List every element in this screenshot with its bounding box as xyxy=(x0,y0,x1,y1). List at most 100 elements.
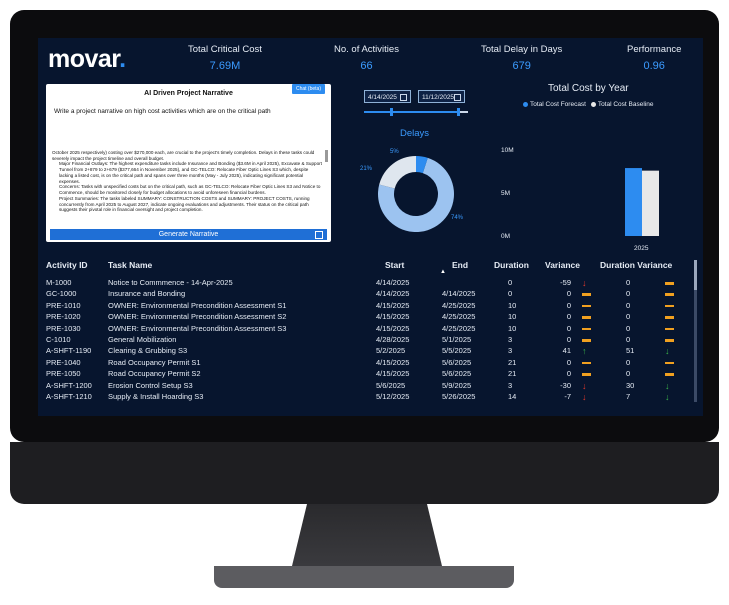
table-row[interactable]: PRE-1010 OWNER: Environmental Preconditio… xyxy=(38,301,700,312)
cell-duration-variance: 0 xyxy=(626,312,631,322)
cell-start: 4/15/2025 xyxy=(376,323,410,333)
kpi-label: Performance xyxy=(627,44,682,55)
end-date-value: 11/12/2025 xyxy=(422,94,455,101)
calendar-icon[interactable] xyxy=(454,94,461,101)
col-activity-id[interactable]: Activity ID xyxy=(46,260,88,270)
cell-start: 5/12/2025 xyxy=(376,392,410,401)
cell-start: 5/6/2025 xyxy=(376,380,406,390)
cell-variance: 0 xyxy=(566,357,571,367)
table-row[interactable]: PRE-1040 Road Occupancy Permit S1 4/15/202… xyxy=(38,358,700,369)
cell-task-name: OWNER: Environmental Precondition Assess… xyxy=(108,300,287,310)
col-start[interactable]: Start xyxy=(385,260,404,270)
table-row[interactable]: GC-1000 Insurance and Bonding 4/14/2025 4/1… xyxy=(38,289,700,300)
cell-activity-id: A-SHFT-1190 xyxy=(46,346,92,356)
cost-chart-title: Total Cost by Year xyxy=(548,83,629,94)
cell-end: 5/26/2025 xyxy=(442,392,476,401)
cell-duration: 21 xyxy=(508,357,517,367)
cell-start: 4/15/2025 xyxy=(376,369,410,379)
narrative-scrollbar[interactable] xyxy=(325,150,328,162)
table-row[interactable]: A-SHFT-1200 Erosion Control Setup S3 5/6/2… xyxy=(38,381,700,392)
cell-end: 5/6/2025 xyxy=(442,369,472,379)
table-row[interactable]: A-SHFT-1210 Supply & Install Hoarding S3 5… xyxy=(38,392,700,403)
table-scrollbar-thumb[interactable] xyxy=(694,260,697,290)
copy-icon[interactable] xyxy=(315,231,323,239)
cell-duration-variance: 7 xyxy=(626,392,631,401)
generate-narrative-button[interactable]: Generate Narrative xyxy=(50,229,327,240)
start-date-input[interactable]: 4/14/2025 xyxy=(364,90,411,103)
slider-handle-start[interactable] xyxy=(390,108,393,116)
down-arrow-icon: ↓ xyxy=(582,392,587,402)
date-range-slider[interactable] xyxy=(364,108,468,116)
col-task-name[interactable]: Task Name xyxy=(108,260,152,270)
cell-start: 4/14/2025 xyxy=(376,289,410,299)
cell-duration-variance: 0 xyxy=(626,289,631,299)
slider-fill xyxy=(364,111,460,113)
col-variance[interactable]: Variance xyxy=(545,260,580,270)
donut-slice[interactable] xyxy=(379,156,416,189)
end-date-input[interactable]: 11/12/2025 xyxy=(418,90,465,103)
kpi-no-of-activities: No. of Activities 66 xyxy=(334,44,399,72)
table-row[interactable]: PRE-1050 Road Occupancy Permit S2 4/15/202… xyxy=(38,369,700,380)
narrative-prompt-input[interactable]: Write a project narrative on high cost a… xyxy=(54,108,271,115)
generate-button-label: Generate Narrative xyxy=(158,231,219,238)
narrative-text: October 2025 respectively) costing over … xyxy=(52,150,322,226)
cell-duration-variance: 0 xyxy=(626,357,631,367)
cell-duration: 21 xyxy=(508,369,517,379)
total-cost-by-year-chart: 10M 5M 0M 2025 xyxy=(501,147,659,252)
down-arrow-icon: ↓ xyxy=(665,380,670,391)
cell-activity-id: M-1000 xyxy=(46,278,72,287)
col-end[interactable]: End xyxy=(452,260,468,270)
table-row[interactable]: PRE-1030 OWNER: Environmental Preconditio… xyxy=(38,324,700,335)
legend-baseline-swatch xyxy=(590,101,596,107)
table-header: Activity ID Task Name Start ▲ End Durati… xyxy=(38,260,700,275)
table-row[interactable]: M-1000 Notice to Commmence - 14-Apr-2025 4… xyxy=(38,278,700,289)
cell-task-name: OWNER: Environmental Precondition Assess… xyxy=(108,323,287,333)
cell-task-name: OWNER: Environmental Precondition Assess… xyxy=(108,312,287,322)
cell-activity-id: A-SHFT-1210 xyxy=(46,392,92,401)
cell-start: 4/15/2025 xyxy=(376,312,410,322)
legend-forecast-swatch xyxy=(523,101,528,107)
flat-dash-icon xyxy=(665,327,674,331)
cell-start: 5/2/2025 xyxy=(376,346,406,356)
cell-variance: 0 xyxy=(566,312,571,322)
cell-duration-variance: 0 xyxy=(626,369,631,379)
col-duration-variance[interactable]: Duration Variance xyxy=(600,260,672,270)
cell-task-name: Clearing & Grubbing S3 xyxy=(108,346,188,356)
cell-duration-variance: 51 xyxy=(626,346,635,356)
table-row[interactable]: C-1010 General Mobilization 4/28/2025 5/1/2… xyxy=(38,335,700,346)
kpi-total-delay: Total Delay in Days 679 xyxy=(481,44,562,72)
cell-duration: 3 xyxy=(508,335,513,344)
table-row[interactable]: PRE-1020 OWNER: Environmental Preconditio… xyxy=(38,312,700,323)
cell-variance: 41 xyxy=(562,346,571,356)
table-scrollbar[interactable] xyxy=(694,260,697,402)
flat-dash-icon xyxy=(582,339,591,342)
flat-dash-icon xyxy=(582,327,591,331)
cell-task-name: Insurance and Bonding xyxy=(108,289,186,299)
cell-end: 5/5/2025 xyxy=(442,346,472,356)
cell-duration: 0 xyxy=(508,278,513,287)
bar-forecast-2025[interactable] xyxy=(625,168,642,236)
col-duration[interactable]: Duration xyxy=(494,260,529,270)
ai-narrative-panel: Chat (beta) AI Driven Project Narrative … xyxy=(46,84,331,242)
cell-activity-id: PRE-1040 xyxy=(46,357,81,367)
calendar-icon[interactable] xyxy=(400,94,407,101)
x-tick-2025: 2025 xyxy=(634,245,649,252)
cell-start: 4/14/2025 xyxy=(376,278,410,287)
slider-handle-end[interactable] xyxy=(456,108,460,116)
table-row[interactable]: A-SHFT-1190 Clearing & Grubbing S3 5/2/202… xyxy=(38,346,700,357)
cell-variance: 0 xyxy=(566,289,571,299)
cost-chart-legend: Total Cost Forecast Total Cost Baseline xyxy=(523,101,653,108)
cell-activity-id: PRE-1030 xyxy=(46,323,81,333)
down-arrow-icon: ↓ xyxy=(665,346,670,357)
cell-variance: 0 xyxy=(566,300,571,310)
cell-activity-id: GC-1000 xyxy=(46,289,77,299)
bar-baseline-2025[interactable] xyxy=(642,170,659,236)
cell-task-name: Erosion Control Setup S3 xyxy=(108,380,193,390)
kpi-label: Total Critical Cost xyxy=(188,44,262,55)
start-date-value: 4/14/2025 xyxy=(368,94,397,101)
narrative-bullet: Project Summaries: The tasks labeled SUM… xyxy=(59,196,322,213)
narrative-intro: October 2025 respectively) costing over … xyxy=(52,150,315,161)
monitor-chin xyxy=(10,442,719,504)
flat-dash-icon xyxy=(582,373,591,376)
cell-task-name: Road Occupancy Permit S1 xyxy=(108,357,201,367)
